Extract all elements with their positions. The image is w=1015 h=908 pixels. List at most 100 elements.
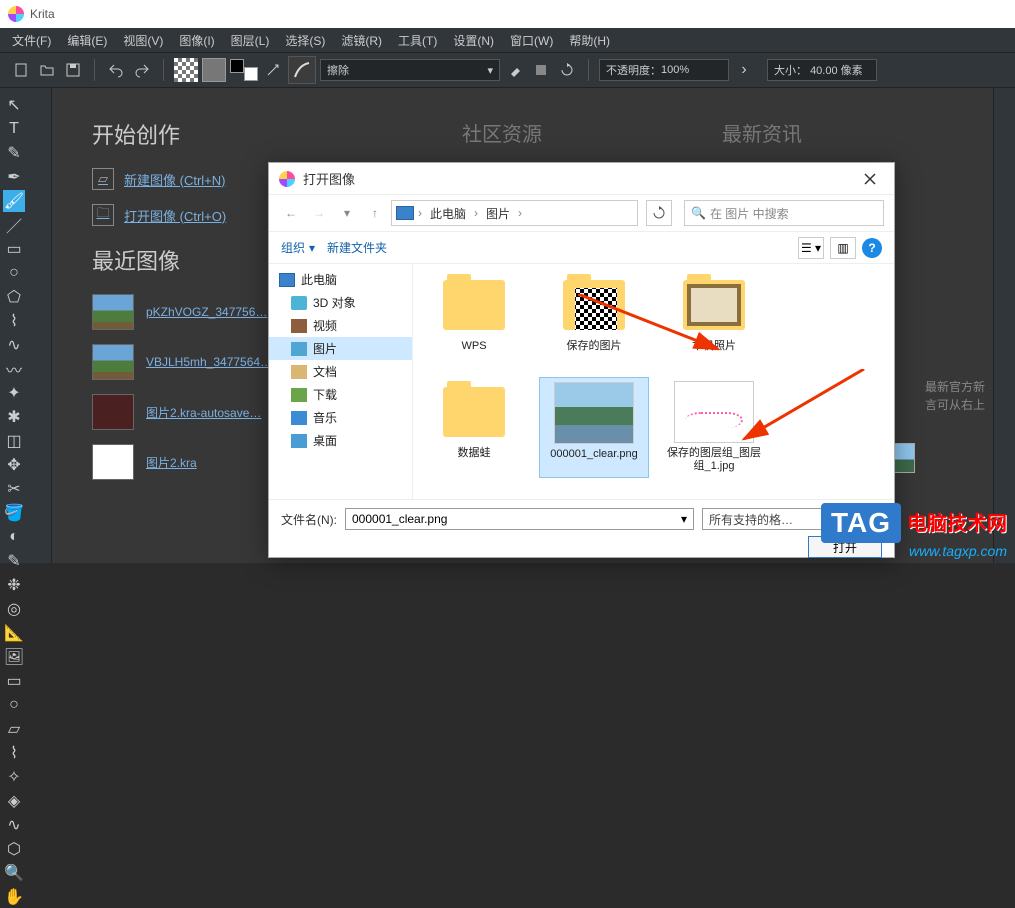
pan-tool[interactable]: ✋	[3, 886, 25, 908]
similar-select-tool[interactable]: ◈	[3, 790, 25, 812]
gradient-swatch[interactable]	[202, 58, 226, 82]
recent-dropdown[interactable]: ▾	[335, 201, 359, 225]
opacity-value: 100%	[661, 64, 689, 76]
freehand-tool[interactable]: 〰	[3, 358, 25, 380]
tree-3d-objects[interactable]: 3D 对象	[269, 291, 412, 314]
reference-tool[interactable]: 🖼	[3, 646, 25, 668]
dynamic-brush-tool[interactable]: ✦	[3, 382, 25, 404]
menu-file[interactable]: 文件(F)	[4, 30, 59, 51]
menu-view[interactable]: 视图(V)	[115, 30, 171, 51]
multibrush-tool[interactable]: ✱	[3, 406, 25, 428]
polyline-tool[interactable]: ⌇	[3, 310, 25, 332]
color-picker-tool[interactable]: ✎	[3, 550, 25, 572]
assist-tool[interactable]: ◎	[3, 598, 25, 620]
tree-music[interactable]: 音乐	[269, 406, 412, 429]
folder-wps[interactable]: WPS	[419, 270, 529, 357]
zoom-tool[interactable]: 🔍	[3, 862, 25, 884]
menu-tools[interactable]: 工具(T)	[390, 30, 445, 51]
ellipse-tool[interactable]: ○	[3, 262, 25, 284]
help-button[interactable]: ?	[862, 238, 882, 258]
up-button[interactable]: ↑	[363, 201, 387, 225]
calligraphy-tool[interactable]: ✒	[3, 166, 25, 188]
image-thumb	[554, 382, 634, 444]
magnetic-select-tool[interactable]: ⬡	[3, 838, 25, 860]
menu-window[interactable]: 窗口(W)	[502, 30, 561, 51]
pattern-swatch[interactable]	[174, 58, 198, 82]
rect-select-tool[interactable]: ▭	[3, 670, 25, 692]
community-heading: 社区资源	[462, 118, 542, 147]
brush-tool[interactable]: 🖌	[3, 190, 25, 212]
refresh-button[interactable]	[646, 200, 672, 226]
fill-tool[interactable]: 🪣	[3, 502, 25, 524]
back-button[interactable]: ←	[279, 201, 303, 225]
brush-preset[interactable]	[288, 56, 316, 84]
menu-settings[interactable]: 设置(N)	[445, 30, 502, 51]
folder-camera-roll[interactable]: 本机照片	[659, 270, 769, 357]
menu-bar: 文件(F) 编辑(E) 视图(V) 图像(I) 图层(L) 选择(S) 滤镜(R…	[0, 28, 1015, 52]
file-layer-group[interactable]: 保存的图层组_图层组_1.jpg	[659, 377, 769, 477]
blend-mode-dropdown[interactable]: 擦除▾	[320, 59, 500, 81]
search-input[interactable]: 🔍 在 图片 中搜索	[684, 200, 884, 226]
menu-image[interactable]: 图像(I)	[171, 30, 222, 51]
edit-shapes-tool[interactable]: ✎	[3, 142, 25, 164]
free-select-tool[interactable]: ⌇	[3, 742, 25, 764]
size-field[interactable]: 大小： 40.00 像素	[767, 59, 877, 81]
preview-pane-button[interactable]: ▥	[830, 237, 856, 259]
move-layer-tool[interactable]: ✥	[3, 454, 25, 476]
desktop-icon	[291, 434, 307, 448]
undo-button[interactable]	[105, 59, 127, 81]
ellipse-select-tool[interactable]: ○	[3, 694, 25, 716]
menu-layer[interactable]: 图层(L)	[223, 30, 278, 51]
line-tool[interactable]: ／	[3, 214, 25, 236]
open-button[interactable]	[36, 59, 58, 81]
opacity-field[interactable]: 不透明度：100%	[599, 59, 729, 81]
alpha-lock-icon[interactable]	[530, 59, 552, 81]
measure-tool[interactable]: 📐	[3, 622, 25, 644]
smart-patch-tool[interactable]: ❉	[3, 574, 25, 596]
eraser-toggle[interactable]	[504, 59, 526, 81]
right-docker-edge[interactable]	[993, 88, 1015, 563]
new-folder-button[interactable]: 新建文件夹	[327, 239, 387, 256]
filename-input[interactable]: 000001_clear.png▾	[345, 508, 694, 530]
color-swap[interactable]	[230, 59, 258, 81]
poly-select-tool[interactable]: ▱	[3, 718, 25, 740]
reload-preset-icon[interactable]	[556, 59, 578, 81]
view-mode-button[interactable]: ☰ ▾	[798, 237, 824, 259]
breadcrumb-pc[interactable]: 此电脑	[426, 203, 470, 224]
text-tool[interactable]: T	[3, 118, 25, 140]
move-tool[interactable]: ↖	[3, 94, 25, 116]
tree-pictures[interactable]: 图片	[269, 337, 412, 360]
tree-desktop[interactable]: 桌面	[269, 429, 412, 452]
menu-edit[interactable]: 编辑(E)	[59, 30, 115, 51]
polygon-tool[interactable]: ⬠	[3, 286, 25, 308]
close-button[interactable]	[856, 165, 884, 193]
organize-dropdown[interactable]: 组织 ▾	[281, 239, 315, 256]
opacity-stepper[interactable]: ›	[733, 59, 755, 81]
search-icon: 🔍	[691, 206, 706, 220]
crop-tool[interactable]: ✂	[3, 478, 25, 500]
tree-this-pc[interactable]: 此电脑	[269, 268, 412, 291]
rect-tool[interactable]: ▭	[3, 238, 25, 260]
transform-tool[interactable]: ◫	[3, 430, 25, 452]
swap-colors-icon[interactable]	[262, 59, 284, 81]
forward-button[interactable]: →	[307, 201, 331, 225]
menu-filter[interactable]: 滤镜(R)	[333, 30, 390, 51]
tree-documents[interactable]: 文档	[269, 360, 412, 383]
contig-select-tool[interactable]: ✧	[3, 766, 25, 788]
window-titlebar: Krita	[0, 0, 1015, 28]
folder-datawa[interactable]: 数据蛙	[419, 377, 529, 477]
bezier-tool[interactable]: ∿	[3, 334, 25, 356]
breadcrumb-pictures[interactable]: 图片	[482, 203, 514, 224]
tree-downloads[interactable]: 下载	[269, 383, 412, 406]
new-button[interactable]	[10, 59, 32, 81]
folder-saved-pictures[interactable]: 保存的图片	[539, 270, 649, 357]
file-000001-clear[interactable]: 000001_clear.png	[539, 377, 649, 477]
address-bar[interactable]: › 此电脑 › 图片 ›	[391, 200, 638, 226]
gradient-tool[interactable]: ◐	[3, 526, 25, 548]
menu-select[interactable]: 选择(S)	[277, 30, 333, 51]
tree-videos[interactable]: 视频	[269, 314, 412, 337]
save-button[interactable]	[62, 59, 84, 81]
bezier-select-tool[interactable]: ∿	[3, 814, 25, 836]
menu-help[interactable]: 帮助(H)	[561, 30, 618, 51]
redo-button[interactable]	[131, 59, 153, 81]
